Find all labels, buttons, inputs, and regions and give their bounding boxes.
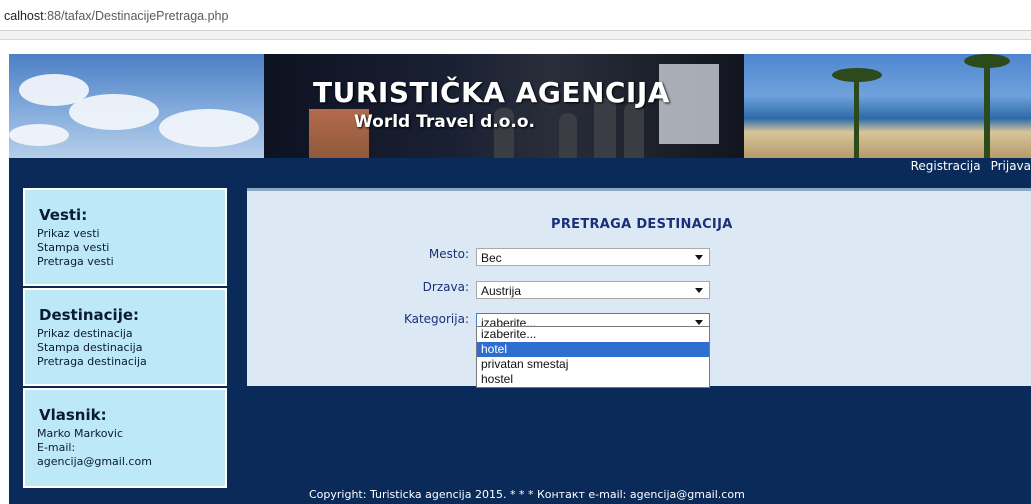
drzava-label: Drzava: xyxy=(422,280,469,294)
palm-trunk xyxy=(854,74,859,158)
owner-email: agencija@gmail.com xyxy=(37,455,152,468)
browser-toolbar-strip xyxy=(0,31,1031,40)
palm-trunk xyxy=(984,60,990,158)
top-nav: Registracija Prijava xyxy=(901,159,1031,173)
person-silhouette xyxy=(624,103,644,158)
stampa-vesti-link[interactable]: Stampa vesti xyxy=(37,241,225,255)
option-privatan-smestaj[interactable]: privatan smestaj xyxy=(477,357,709,372)
footer-copyright: Copyright: Turisticka agencija 2015. * *… xyxy=(309,488,745,501)
person-silhouette xyxy=(559,113,577,158)
option-hostel[interactable]: hostel xyxy=(477,372,709,387)
vesti-heading: Vesti: xyxy=(39,206,88,224)
drzava-value: Austrija xyxy=(481,284,522,298)
url-text[interactable]: calhost:88/tafax/DestinacijePretraga.php xyxy=(4,9,228,23)
prijava-link[interactable]: Prijava xyxy=(991,159,1031,173)
drzava-select[interactable]: Austrija xyxy=(476,281,710,299)
page: TURISTIČKA AGENCIJA World Travel d.o.o. … xyxy=(9,40,1031,504)
browser-url-bar[interactable]: calhost:88/tafax/DestinacijePretraga.php xyxy=(0,0,1031,31)
kategorija-label: Kategorija: xyxy=(403,312,469,326)
registracija-link[interactable]: Registracija xyxy=(911,159,981,173)
mesto-select[interactable]: Bec xyxy=(476,248,710,266)
mesto-label: Mesto: xyxy=(428,247,469,261)
sidebar-vlasnik-box: Vlasnik: Marko Markovic E-mail: agencija… xyxy=(23,388,227,488)
chevron-down-icon xyxy=(695,320,703,325)
prikaz-destinacija-link[interactable]: Prikaz destinacija xyxy=(37,327,225,341)
form-title: PRETRAGA DESTINACIJA xyxy=(551,217,733,232)
chevron-down-icon xyxy=(695,288,703,293)
palm-leaves xyxy=(964,54,1010,68)
palm-leaves xyxy=(832,68,882,82)
page-top-margin xyxy=(9,40,1031,54)
chevron-down-icon xyxy=(695,255,703,260)
pretraga-vesti-link[interactable]: Pretraga vesti xyxy=(37,255,225,269)
cloud-shape xyxy=(9,124,69,146)
option-izaberite[interactable]: izaberite... xyxy=(477,327,709,342)
owner-email-label: E-mail: xyxy=(37,441,76,454)
agency-subtitle: World Travel d.o.o. xyxy=(354,112,535,132)
header-banner: TURISTIČKA AGENCIJA World Travel d.o.o. xyxy=(9,54,1031,158)
prikaz-vesti-link[interactable]: Prikaz vesti xyxy=(37,227,225,241)
kategorija-dropdown-list: izaberite... hotel privatan smestaj host… xyxy=(476,326,710,388)
pretraga-destinacija-link[interactable]: Pretraga destinacija xyxy=(37,355,225,369)
agency-title: TURISTIČKA AGENCIJA xyxy=(313,76,670,109)
destinacije-heading: Destinacije: xyxy=(39,306,140,324)
cloud-shape xyxy=(69,94,159,130)
stampa-destinacija-link[interactable]: Stampa destinacija xyxy=(37,341,225,355)
sidebar-vesti-box: Vesti: Prikaz vesti Stampa vesti Pretrag… xyxy=(23,188,227,286)
option-hotel[interactable]: hotel xyxy=(477,342,709,357)
beach-photo xyxy=(744,54,1031,158)
cloud-shape xyxy=(159,109,259,147)
sidebar-destinacije-box: Destinacije: Prikaz destinacija Stampa d… xyxy=(23,288,227,386)
owner-name: Marko Markovic xyxy=(37,427,124,440)
mesto-value: Bec xyxy=(481,251,502,265)
vlasnik-heading: Vlasnik: xyxy=(39,406,107,424)
